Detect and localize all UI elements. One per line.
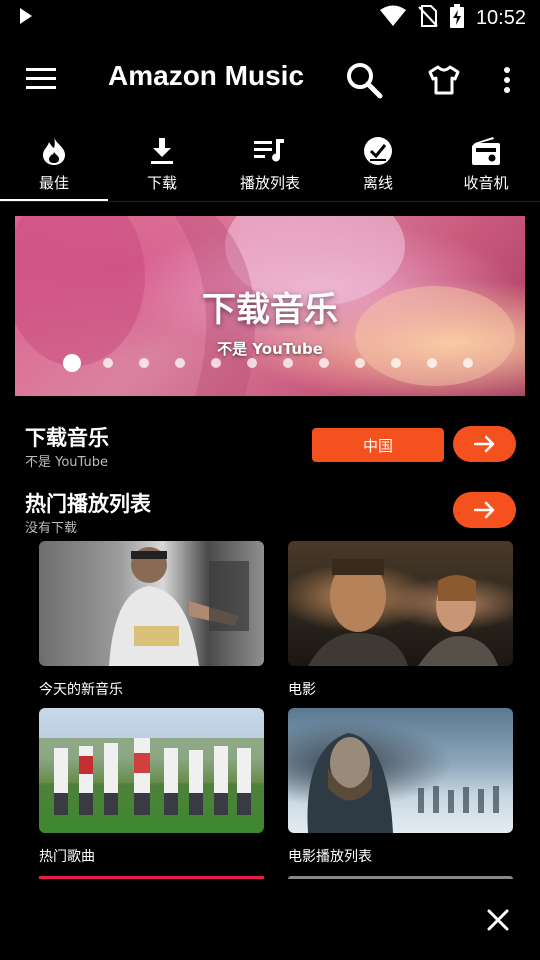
- carousel-dot[interactable]: [391, 358, 401, 368]
- tab-best[interactable]: 最佳: [0, 128, 108, 202]
- tab-radio[interactable]: 收音机: [432, 128, 540, 202]
- flame-icon: [41, 134, 67, 168]
- playlist-card[interactable]: 电影播放列表: [288, 708, 513, 865]
- no-sim-icon: [418, 5, 438, 31]
- carousel-dot[interactable]: [139, 358, 149, 368]
- download-section-arrow-button[interactable]: [453, 426, 516, 462]
- carousel-dot[interactable]: [319, 358, 329, 368]
- tab-label: 播放列表: [239, 174, 300, 192]
- tshirt-icon: [428, 65, 460, 95]
- playlist-icon: [254, 134, 286, 168]
- tab-label: 收音机: [463, 174, 509, 192]
- playlist-thumbnail: [39, 708, 264, 833]
- offline-check-icon: [363, 134, 393, 168]
- banner-carousel[interactable]: 下载音乐 不是 YouTube: [15, 216, 525, 396]
- playlist-thumbnail: [288, 708, 513, 833]
- playlists-section-subtitle: 没有下载: [25, 521, 78, 536]
- close-icon: [487, 909, 509, 931]
- close-button[interactable]: [480, 902, 516, 938]
- tab-download[interactable]: 下载: [108, 128, 216, 202]
- download-section-title: 下载音乐: [25, 426, 109, 450]
- banner-title: 下载音乐: [202, 290, 338, 330]
- carousel-dot[interactable]: [247, 358, 257, 368]
- playlists-section-arrow-button[interactable]: [453, 492, 516, 528]
- app-title: Amazon Music: [108, 60, 305, 91]
- more-options-button[interactable]: [487, 60, 527, 100]
- download-section-subtitle: 不是 YouTube: [25, 455, 108, 470]
- region-button[interactable]: 中国: [312, 428, 444, 462]
- carousel-dot[interactable]: [283, 358, 293, 368]
- theme-button[interactable]: [424, 60, 464, 100]
- wifi-icon: [379, 5, 406, 31]
- search-icon: [347, 63, 383, 99]
- playlist-card[interactable]: 今天的新音乐: [39, 541, 264, 698]
- tab-bar: 最佳 下载 播放列表 离线 收音机: [0, 128, 540, 202]
- tab-offline[interactable]: 离线: [324, 128, 432, 202]
- carousel-dot-active[interactable]: [63, 354, 81, 372]
- carousel-dot[interactable]: [355, 358, 365, 368]
- carousel-dot[interactable]: [175, 358, 185, 368]
- search-button[interactable]: [344, 60, 384, 100]
- arrow-right-icon: [473, 435, 494, 453]
- tab-playlists[interactable]: 播放列表: [216, 128, 324, 202]
- arrow-right-icon: [473, 501, 494, 519]
- playlist-card[interactable]: 电影: [288, 541, 513, 698]
- playlist-thumbnail: [39, 541, 264, 666]
- next-card-top-edge: [39, 876, 264, 879]
- tab-label: 下载: [146, 174, 177, 192]
- status-time: 10:52: [475, 6, 526, 29]
- tab-divider: [0, 201, 540, 202]
- app-bar: Amazon Music: [0, 44, 540, 114]
- radio-icon: [471, 134, 501, 168]
- playlist-card[interactable]: 热门歌曲: [39, 708, 264, 865]
- playlists-section-title: 热门播放列表: [25, 492, 151, 516]
- playlist-thumbnail: [288, 541, 513, 666]
- tab-label: 离线: [362, 174, 393, 192]
- next-card-top-edge: [288, 876, 513, 879]
- tab-label: 最佳: [38, 174, 69, 192]
- more-vertical-icon: [504, 67, 510, 93]
- carousel-dot[interactable]: [463, 358, 473, 368]
- menu-button[interactable]: [26, 66, 58, 92]
- download-icon: [149, 134, 175, 168]
- carousel-dot[interactable]: [103, 358, 113, 368]
- playlist-card-label: 电影播放列表: [288, 849, 372, 865]
- carousel-dot[interactable]: [427, 358, 437, 368]
- playlist-card-label: 今天的新音乐: [39, 682, 123, 698]
- carousel-dot[interactable]: [211, 358, 221, 368]
- battery-charging-icon: [449, 4, 464, 32]
- hamburger-menu-icon: [26, 68, 56, 89]
- playlist-card-label: 电影: [288, 682, 316, 698]
- playlist-card-label: 热门歌曲: [39, 849, 95, 865]
- play-icon: [18, 7, 34, 29]
- carousel-indicator: [15, 352, 525, 372]
- status-bar: 10:52: [0, 0, 540, 36]
